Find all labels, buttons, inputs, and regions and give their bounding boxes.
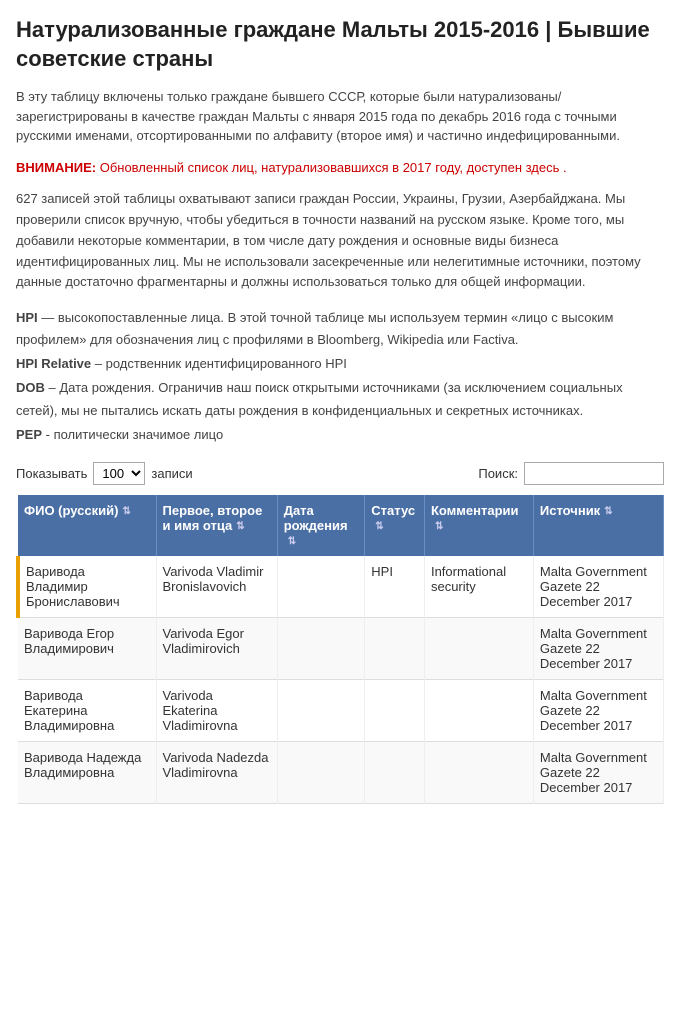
- info-block: 627 записей этой таблицы охватывают запи…: [16, 189, 664, 293]
- header-row: ФИО (русский)⇅Первое, второе и имя отца⇅…: [18, 495, 664, 556]
- sort-arrows-icon[interactable]: ⇅: [288, 536, 296, 547]
- table-row: Варивода Владимир БрониславовичVarivoda …: [18, 556, 664, 618]
- warning-block: ВНИМАНИЕ: Обновленный список лиц, натура…: [16, 158, 664, 178]
- search-control: Поиск:: [478, 462, 664, 485]
- show-label: Показывать: [16, 466, 87, 481]
- data-table: ФИО (русский)⇅Первое, второе и имя отца⇅…: [16, 495, 664, 804]
- table-header: ФИО (русский)⇅Первое, второе и имя отца⇅…: [18, 495, 664, 556]
- table-header-cell[interactable]: Дата рождения⇅: [277, 495, 365, 556]
- table-row: Варивода Егор ВладимировичVarivoda Egor …: [18, 617, 664, 679]
- cell-source: Malta Government Gazete 22 December 2017: [533, 617, 663, 679]
- cell-source: Malta Government Gazete 22 December 2017: [533, 556, 663, 618]
- search-label: Поиск:: [478, 466, 518, 481]
- cell-comments: [424, 617, 533, 679]
- page-title: Натурализованные граждане Мальты 2015-20…: [16, 16, 664, 73]
- cell-comments: [424, 679, 533, 741]
- cell-dob: [277, 556, 365, 618]
- warning-label: ВНИМАНИЕ:: [16, 160, 96, 175]
- cell-name-ru: Варивода Владимир Брониславович: [18, 556, 156, 618]
- sort-arrows-icon[interactable]: ⇅: [435, 521, 443, 532]
- sort-arrows-icon[interactable]: ⇅: [604, 506, 612, 517]
- table-header-cell[interactable]: ФИО (русский)⇅: [18, 495, 156, 556]
- search-input[interactable]: [524, 462, 664, 485]
- description-text: В эту таблицу включены только граждане б…: [16, 87, 664, 146]
- table-header-cell[interactable]: Статус⇅: [365, 495, 425, 556]
- definition-item: PEP - политически значимое лицо: [16, 424, 664, 446]
- sort-arrows-icon[interactable]: ⇅: [122, 506, 130, 517]
- sort-arrows-icon[interactable]: ⇅: [236, 521, 244, 532]
- cell-status: HPI: [365, 556, 425, 618]
- cell-status: [365, 741, 425, 803]
- cell-status: [365, 617, 425, 679]
- records-label: записи: [151, 466, 192, 481]
- sort-arrows-icon[interactable]: ⇅: [375, 521, 383, 532]
- table-header-cell[interactable]: Комментарии⇅: [424, 495, 533, 556]
- definitions-block: HPI — высокопоставленные лица. В этой то…: [16, 307, 664, 446]
- cell-name-ru: Варивода Надежда Владимировна: [18, 741, 156, 803]
- show-entries-control: Показывать 100 25 50 All записи: [16, 462, 193, 485]
- definition-item: HPI Relative – родственник идентифициров…: [16, 353, 664, 375]
- warning-text: Обновленный список лиц, натурализовавших…: [100, 160, 567, 175]
- cell-comments: Informational security: [424, 556, 533, 618]
- cell-dob: [277, 679, 365, 741]
- cell-name-en: Varivoda Nadezda Vladimirovna: [156, 741, 277, 803]
- cell-status: [365, 679, 425, 741]
- cell-dob: [277, 617, 365, 679]
- cell-name-en: Varivoda Vladimir Bronislavovich: [156, 556, 277, 618]
- table-header-cell[interactable]: Первое, второе и имя отца⇅: [156, 495, 277, 556]
- table-header-cell[interactable]: Источник⇅: [533, 495, 663, 556]
- cell-name-ru: Варивода Екатерина Владимировна: [18, 679, 156, 741]
- cell-dob: [277, 741, 365, 803]
- table-controls: Показывать 100 25 50 All записи Поиск:: [16, 462, 664, 485]
- cell-name-ru: Варивода Егор Владимирович: [18, 617, 156, 679]
- entries-select[interactable]: 100 25 50 All: [93, 462, 145, 485]
- definition-item: DOB – Дата рождения. Ограничив наш поиск…: [16, 377, 664, 421]
- cell-comments: [424, 741, 533, 803]
- cell-source: Malta Government Gazete 22 December 2017: [533, 679, 663, 741]
- table-row: Варивода Екатерина ВладимировнаVarivoda …: [18, 679, 664, 741]
- table-body: Варивода Владимир БрониславовичVarivoda …: [18, 556, 664, 804]
- definition-item: HPI — высокопоставленные лица. В этой то…: [16, 307, 664, 351]
- cell-source: Malta Government Gazete 22 December 2017: [533, 741, 663, 803]
- cell-name-en: Varivoda Egor Vladimirovich: [156, 617, 277, 679]
- cell-name-en: Varivoda Ekaterina Vladimirovna: [156, 679, 277, 741]
- table-row: Варивода Надежда ВладимировнаVarivoda Na…: [18, 741, 664, 803]
